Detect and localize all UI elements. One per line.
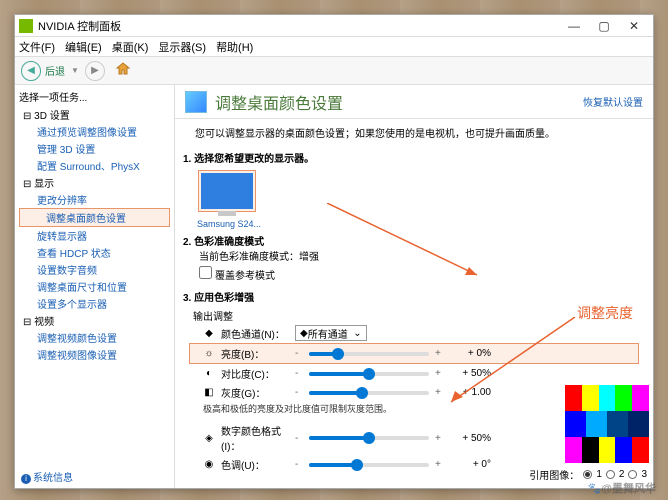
forward-button[interactable]: ▶	[85, 61, 105, 81]
contrast-icon: ◐	[203, 368, 215, 379]
menu-edit[interactable]: 编辑(E)	[65, 39, 102, 55]
menu-bar: 文件(F) 编辑(E) 桌面(K) 显示器(S) 帮助(H)	[15, 37, 653, 57]
tree-disp-rotate[interactable]: 旋转显示器	[19, 227, 170, 244]
palette-icon: ◆	[203, 328, 215, 339]
hue-slider[interactable]	[309, 463, 429, 467]
digitalvib-slider[interactable]	[309, 436, 429, 440]
tree-display[interactable]: ⊟ 显示	[19, 174, 170, 191]
nvidia-icon	[19, 19, 33, 33]
window-title: NVIDIA 控制面板	[38, 18, 121, 34]
channel-select[interactable]: ◆ 所有通道 ⌄	[295, 325, 367, 341]
tree-disp-size[interactable]: 调整桌面尺寸和位置	[19, 278, 170, 295]
tree-disp-color[interactable]: 调整桌面颜色设置	[19, 208, 170, 227]
tree-3d-preview[interactable]: 通过预览调整图像设置	[19, 123, 170, 140]
page-title: 调整桌面颜色设置	[215, 90, 343, 114]
gamma-label: 灰度(G)：	[221, 385, 289, 400]
annotation-text: 调整亮度	[577, 303, 633, 323]
system-info-link[interactable]: i系统信息	[21, 469, 73, 484]
app-window: NVIDIA 控制面板 — ▢ ✕ 文件(F) 编辑(E) 桌面(K) 显示器(…	[14, 14, 654, 489]
monitor-preview[interactable]	[199, 171, 255, 211]
menu-display[interactable]: 显示器(S)	[158, 39, 206, 55]
brightness-label: 亮度(B)：	[221, 346, 289, 361]
home-icon[interactable]	[115, 61, 135, 81]
override-checkbox[interactable]	[199, 266, 212, 279]
tree-disp-res[interactable]: 更改分辨率	[19, 191, 170, 208]
tree-3d[interactable]: ⊟ 3D 设置	[19, 106, 170, 123]
tree-disp-audio[interactable]: 设置数字音频	[19, 261, 170, 278]
contrast-label: 对比度(C)：	[221, 366, 289, 381]
content-header: 调整桌面颜色设置 恢复默认设置	[175, 85, 653, 119]
digitalvib-icon: ◈	[203, 433, 215, 444]
annotation-arrow-2	[445, 317, 585, 407]
maximize-button[interactable]: ▢	[589, 16, 619, 36]
annotation-arrow-1	[327, 203, 487, 283]
sidebar-header: 选择一项任务...	[19, 89, 170, 104]
title-bar: NVIDIA 控制面板 — ▢ ✕	[15, 15, 653, 37]
brightness-slider[interactable]	[309, 352, 429, 356]
tree-3d-manage[interactable]: 管理 3D 设置	[19, 140, 170, 157]
section-1-title: 1. 选择您希望更改的显示器。	[175, 146, 653, 167]
menu-help[interactable]: 帮助(H)	[216, 39, 253, 55]
brightness-icon: ☼	[203, 348, 215, 359]
tree-video[interactable]: ⊟ 视频	[19, 312, 170, 329]
menu-desktop[interactable]: 桌面(K)	[112, 39, 149, 55]
tree-disp-multi[interactable]: 设置多个显示器	[19, 295, 170, 312]
tree-video-color[interactable]: 调整视频颜色设置	[19, 329, 170, 346]
gamma-icon: ◧	[203, 387, 215, 398]
override-label: 覆盖参考模式	[215, 271, 275, 282]
page-description: 您可以调整显示器的桌面颜色设置；如果您使用的是电视机，也可提升画面质量。	[175, 119, 653, 146]
sidebar: 选择一项任务... ⊟ 3D 设置 通过预览调整图像设置 管理 3D 设置 配置…	[15, 85, 175, 488]
tree-disp-hdcp[interactable]: 查看 HDCP 状态	[19, 244, 170, 261]
reference-label: 引用图像：	[529, 467, 579, 482]
ref-radio-2[interactable]	[606, 470, 615, 479]
back-button[interactable]: ◀	[21, 61, 41, 81]
hue-label: 色调(U)：	[221, 457, 289, 472]
hue-icon: ◉	[203, 459, 215, 470]
ref-radio-3[interactable]	[628, 470, 637, 479]
watermark: 🐾@墨舞风华	[588, 480, 656, 496]
restore-defaults-link[interactable]: 恢复默认设置	[583, 94, 643, 109]
channel-label: 颜色通道(N)：	[221, 326, 289, 341]
ref-radio-1[interactable]	[583, 470, 592, 479]
menu-file[interactable]: 文件(F)	[19, 39, 55, 55]
contrast-slider[interactable]	[309, 372, 429, 376]
digitalvib-value: + 50%	[449, 433, 491, 444]
content-area: 调整桌面颜色设置 恢复默认设置 您可以调整显示器的桌面颜色设置；如果您使用的是电…	[175, 85, 653, 488]
digitalvib-label: 数字颜色格式(I)：	[221, 423, 289, 453]
back-label: 后退	[45, 63, 65, 78]
tree-video-image[interactable]: 调整视频图像设置	[19, 346, 170, 363]
close-button[interactable]: ✕	[619, 16, 649, 36]
monitor-icon	[185, 91, 207, 113]
minimize-button[interactable]: —	[559, 16, 589, 36]
toolbar: ◀ 后退 ▼ ▶	[15, 57, 653, 85]
tree-3d-surround[interactable]: 配置 Surround、PhysX	[19, 157, 170, 174]
color-palette-preview	[565, 385, 649, 463]
hue-value: + 0°	[449, 459, 491, 470]
gamma-slider[interactable]	[309, 391, 429, 395]
